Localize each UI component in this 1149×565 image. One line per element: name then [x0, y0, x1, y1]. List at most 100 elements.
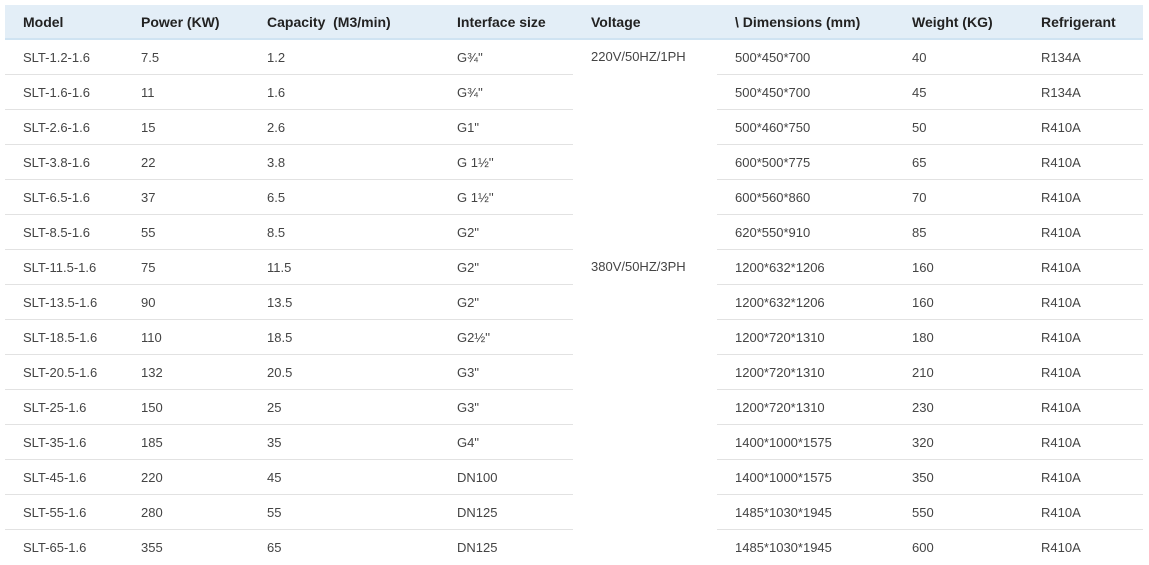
column-header-interface-size: Interface size: [439, 5, 573, 40]
cell-interface-size: G4": [439, 424, 573, 460]
cell-refrigerant: R410A: [1041, 539, 1081, 555]
cell-weight: 85: [894, 214, 1023, 250]
cell-dimensions: 1200*720*1310: [717, 389, 894, 425]
cell-weight: 550: [894, 494, 1023, 530]
cell-interface-size: G2": [439, 284, 573, 320]
cell-interface-size: G¾'': [439, 74, 573, 110]
cell-interface-size: G3": [439, 354, 573, 390]
cell-dimensions: 1200*632*1206: [717, 284, 894, 320]
cell-refrigerant: R410A: [1023, 109, 1143, 145]
cell-refrigerant: R410A: [1023, 319, 1143, 355]
cell-capacity: 45: [249, 459, 439, 495]
cell-model: SLT-20.5-1.6: [5, 354, 123, 390]
cell-capacity: 65: [267, 539, 282, 555]
cell-capacity: 1.2: [249, 39, 439, 75]
cell-interface-size: G¾'': [439, 39, 573, 75]
cell-weight: 160: [894, 249, 1023, 285]
cell-weight: 230: [894, 389, 1023, 425]
cell-refrigerant: R410A: [1023, 179, 1143, 215]
spec-table-container: Model Power (KW) Capacity (M3/min) Inter…: [5, 5, 1143, 565]
cell-weight: 65: [894, 144, 1023, 180]
cell-power: 55: [123, 214, 249, 250]
cell-refrigerant: R410A: [1023, 144, 1143, 180]
cell-power: 280: [123, 494, 249, 530]
cell-capacity: 55: [249, 494, 439, 530]
cell-model: SLT-25-1.6: [5, 389, 123, 425]
cell-model: SLT-1.6-1.6: [5, 74, 123, 110]
cell-dimensions: 500*450*700: [717, 74, 894, 110]
cell-dimensions: 500*450*700: [717, 39, 894, 75]
cell-voltage: 220V/50HZ/1PH: [573, 39, 717, 250]
cell-capacity: 1.6: [249, 74, 439, 110]
cell-weight: 40: [894, 39, 1023, 75]
cell-interface-size: DN125: [457, 539, 498, 555]
cell-model: SLT-1.2-1.6: [5, 39, 123, 75]
cell-capacity: 13.5: [249, 284, 439, 320]
cell-power: 15: [123, 109, 249, 145]
column-header-capacity: Capacity (M3/min): [249, 5, 439, 40]
cell-weight: 50: [894, 109, 1023, 145]
cell-interface-size: G1": [439, 109, 573, 145]
cell-power: 132: [123, 354, 249, 390]
cell-voltage: 380V/50HZ/3PH: [573, 249, 717, 565]
cell-capacity: 3.8: [249, 144, 439, 180]
cell-refrigerant: R410A: [1023, 214, 1143, 250]
column-header-refrigerant: Refrigerant: [1023, 5, 1143, 40]
cell-model: SLT-65-1.6: [23, 539, 87, 555]
column-header-weight: Weight (KG): [894, 5, 1023, 40]
cell-refrigerant: R410A: [1023, 249, 1143, 285]
cell-model: SLT-3.8-1.6: [5, 144, 123, 180]
cell-weight: 45: [894, 74, 1023, 110]
cell-weight: 350: [894, 459, 1023, 495]
cell-interface-size: G2½'': [439, 319, 573, 355]
cell-power: 75: [123, 249, 249, 285]
cell-power: 90: [123, 284, 249, 320]
cell-weight: 210: [894, 354, 1023, 390]
cell-dimensions: 1400*1000*1575: [717, 424, 894, 460]
cell-refrigerant: R410A: [1023, 424, 1143, 460]
cell-dimensions: 600*560*860: [717, 179, 894, 215]
cell-power: 110: [123, 319, 249, 355]
table-header: Model Power (KW) Capacity (M3/min) Inter…: [5, 5, 1143, 40]
table-row: SLT-1.2-1.6 7.5 1.2 G¾'' 220V/50HZ/1PH 500*45…: [5, 39, 1143, 250]
cell-model: SLT-13.5-1.6: [5, 284, 123, 320]
cell-capacity: 20.5: [249, 354, 439, 390]
table-row: SLT-11.5-1.6 75 11.5 G2" 380V/50HZ/3PH 1200*6…: [5, 249, 1143, 565]
cell-weight: 320: [894, 424, 1023, 460]
cell-model: SLT-45-1.6: [5, 459, 123, 495]
column-header-voltage: Voltage: [573, 5, 717, 40]
cell-refrigerant: R410A: [1023, 494, 1143, 530]
spec-table: Model Power (KW) Capacity (M3/min) Inter…: [5, 5, 1143, 565]
cell-interface-size: DN100: [439, 459, 573, 495]
cell-model: SLT-2.6-1.6: [5, 109, 123, 145]
cell-capacity: 18.5: [249, 319, 439, 355]
cell-capacity: 11.5: [249, 249, 439, 285]
cell-power: 355: [141, 539, 163, 555]
cell-capacity: 35: [249, 424, 439, 460]
cell-model: SLT-35-1.6: [5, 424, 123, 460]
cell-dimensions: 1400*1000*1575: [717, 459, 894, 495]
cell-power: 7.5: [123, 39, 249, 75]
cell-power: 220: [123, 459, 249, 495]
cell-dimensions: 1200*720*1310: [717, 319, 894, 355]
cell-interface-size: G2": [439, 214, 573, 250]
cell-dimensions: 1200*720*1310: [717, 354, 894, 390]
cell-model: SLT-8.5-1.6: [5, 214, 123, 250]
cell-dimensions: 600*500*775: [717, 144, 894, 180]
cell-model: SLT-18.5-1.6: [5, 319, 123, 355]
cell-dimensions: 620*550*910: [717, 214, 894, 250]
cell-refrigerant: R410A: [1023, 284, 1143, 320]
column-header-power: Power (KW): [123, 5, 249, 40]
cell-model: SLT-6.5-1.6: [5, 179, 123, 215]
cell-power: 150: [123, 389, 249, 425]
cell-interface-size: G3": [439, 389, 573, 425]
cell-weight: 180: [894, 319, 1023, 355]
cell-refrigerant: R134A: [1023, 39, 1143, 75]
cell-refrigerant: R134A: [1023, 74, 1143, 110]
cell-dimensions: 1485*1030*1945: [717, 494, 894, 530]
cell-refrigerant: R410A: [1023, 389, 1143, 425]
cell-interface-size: G 1½'': [439, 144, 573, 180]
cell-capacity: 2.6: [249, 109, 439, 145]
cell-weight: 160: [894, 284, 1023, 320]
cell-interface-size: DN125: [439, 494, 573, 530]
